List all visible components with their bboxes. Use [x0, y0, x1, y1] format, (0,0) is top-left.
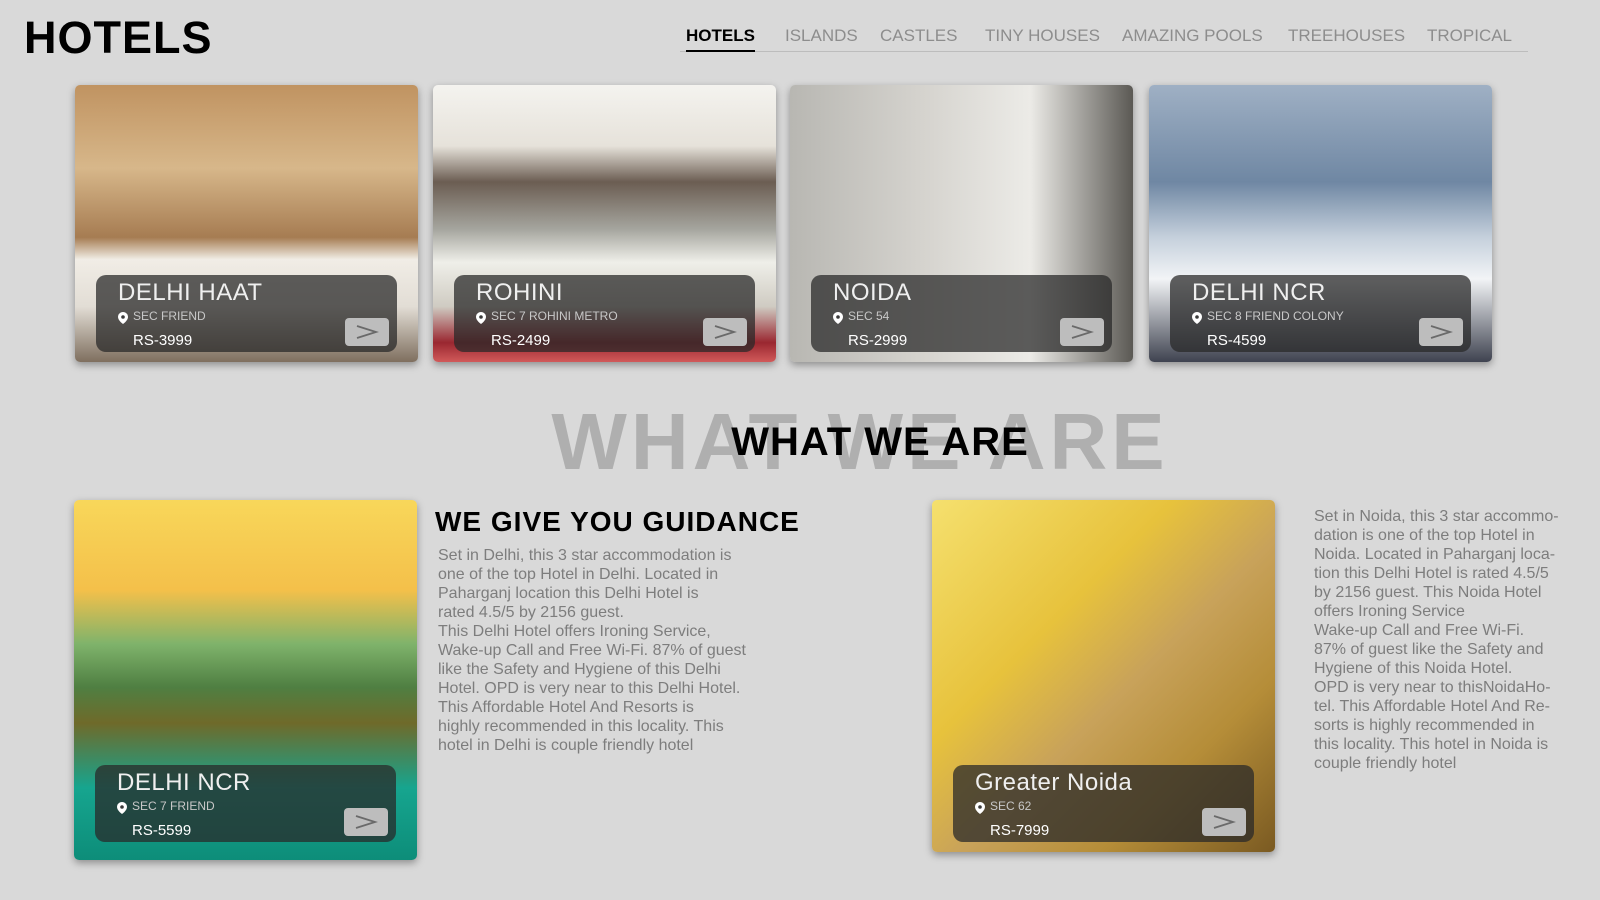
hotel-address: SEC 7 ROHINI METRO [491, 309, 618, 323]
hotel-place: Greater Noida [975, 769, 1133, 796]
arrow-right-icon [1430, 325, 1453, 339]
hotel-place: DELHI NCR [1192, 279, 1326, 306]
hotel-description: Set in Noida, this 3 star accommo- datio… [1314, 508, 1559, 772]
hotel-info-panel: NOIDA SEC 54 RS-2999 [811, 275, 1112, 352]
location-pin-icon [476, 312, 486, 324]
view-hotel-button[interactable] [345, 318, 389, 346]
hotel-card[interactable]: DELHI NCR SEC 7 FRIEND RS-5599 [74, 500, 417, 860]
hotel-info-panel: DELHI NCR SEC 8 FRIEND COLONY RS-4599 [1170, 275, 1471, 352]
hotel-price: RS-4599 [1207, 332, 1267, 349]
hotel-card[interactable]: NOIDA SEC 54 RS-2999 [790, 85, 1133, 362]
view-hotel-button[interactable] [344, 808, 388, 836]
arrow-right-icon [714, 325, 737, 339]
location-pin-icon [117, 802, 127, 814]
arrow-right-icon [355, 815, 378, 829]
tab-tropical[interactable]: TROPICAL [1427, 26, 1512, 52]
arrow-right-icon [1071, 325, 1094, 339]
view-hotel-button[interactable] [1060, 318, 1104, 346]
tab-hotels[interactable]: HOTELS [686, 26, 755, 52]
hotel-address: SEC 8 FRIEND COLONY [1207, 309, 1344, 323]
hotel-place: DELHI HAAT [118, 279, 263, 306]
hotel-price: RS-3999 [133, 332, 193, 349]
hotel-info-panel: DELHI HAAT SEC FRIEND RS-3999 [96, 275, 397, 352]
hotel-info-panel: DELHI NCR SEC 7 FRIEND RS-5599 [95, 765, 396, 842]
hotel-address: SEC FRIEND [133, 309, 206, 323]
section-title: WHAT WE ARE [731, 420, 1029, 464]
tab-treehouses[interactable]: TREEHOUSES [1288, 26, 1405, 52]
hotel-card[interactable]: DELHI NCR SEC 8 FRIEND COLONY RS-4599 [1149, 85, 1492, 362]
hotel-card[interactable]: DELHI HAAT SEC FRIEND RS-3999 [75, 85, 418, 362]
hotel-info-panel: ROHINI SEC 7 ROHINI METRO RS-2499 [454, 275, 755, 352]
hotel-address: SEC 62 [990, 799, 1032, 813]
guidance-heading: WE GIVE YOU GUIDANCE [435, 506, 800, 537]
hotel-place: ROHINI [476, 279, 563, 306]
hotel-place: NOIDA [833, 279, 912, 306]
location-pin-icon [975, 802, 985, 814]
hotel-info-panel: Greater Noida SEC 62 RS-7999 [953, 765, 1254, 842]
location-pin-icon [118, 312, 128, 324]
view-hotel-button[interactable] [703, 318, 747, 346]
hotel-address: SEC 54 [848, 309, 890, 323]
hotel-price: RS-5599 [132, 822, 192, 839]
hotel-description: Set in Delhi, this 3 star accommodation … [438, 547, 746, 754]
arrow-right-icon [356, 325, 379, 339]
tab-castles[interactable]: CASTLES [880, 26, 957, 52]
hotel-price: RS-7999 [990, 822, 1050, 839]
category-nav: HOTELS ISLANDS CASTLES TINY HOUSES AMAZI… [680, 26, 1528, 52]
hotel-address: SEC 7 FRIEND [132, 799, 215, 813]
hotel-price: RS-2499 [491, 332, 551, 349]
location-pin-icon [1192, 312, 1202, 324]
tab-tiny-houses[interactable]: TINY HOUSES [985, 26, 1100, 52]
hotel-card[interactable]: Greater Noida SEC 62 RS-7999 [932, 500, 1275, 852]
hotel-price: RS-2999 [848, 332, 908, 349]
hotel-place: DELHI NCR [117, 769, 251, 796]
tab-islands[interactable]: ISLANDS [785, 26, 858, 52]
hotel-card[interactable]: ROHINI SEC 7 ROHINI METRO RS-2499 [433, 85, 776, 362]
location-pin-icon [833, 312, 843, 324]
site-logo[interactable]: HOTELS [24, 12, 213, 64]
arrow-right-icon [1213, 815, 1236, 829]
tab-amazing-pools[interactable]: AMAZING POOLS [1122, 26, 1263, 52]
view-hotel-button[interactable] [1202, 808, 1246, 836]
view-hotel-button[interactable] [1419, 318, 1463, 346]
